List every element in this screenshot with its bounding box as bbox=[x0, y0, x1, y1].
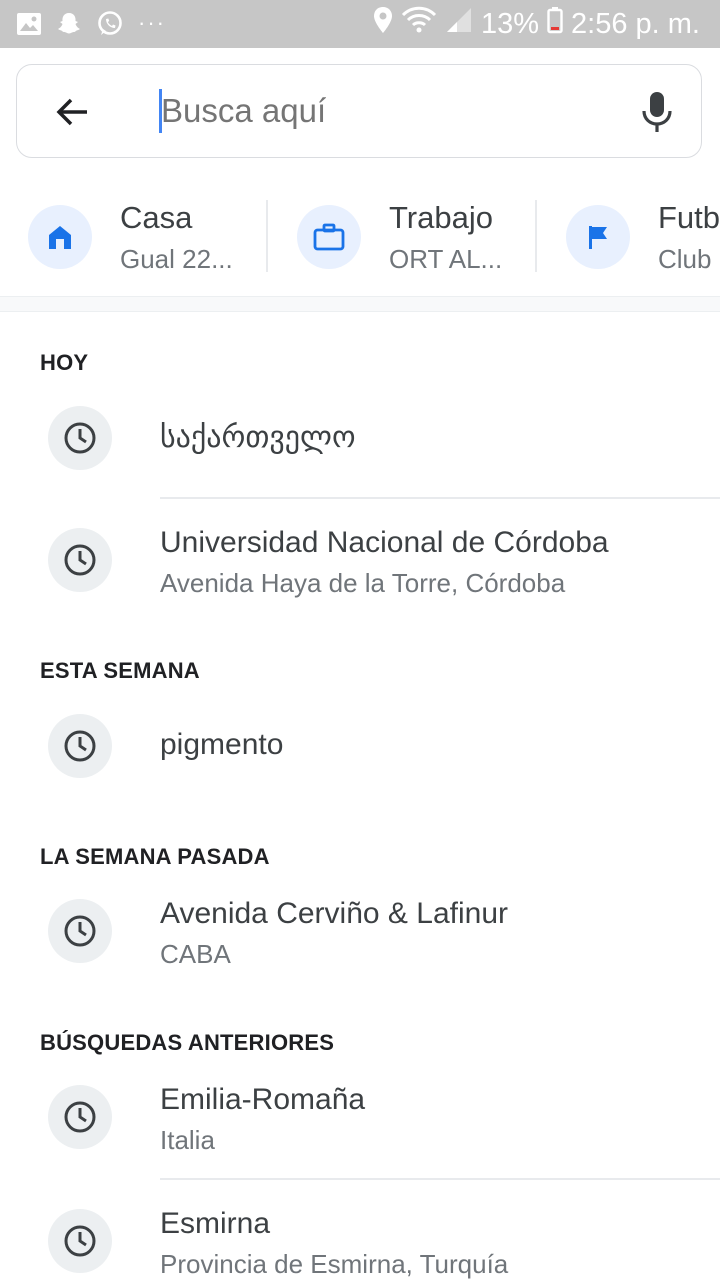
image-icon bbox=[16, 12, 42, 41]
shortcut-work-subtitle: ORT AL... bbox=[389, 244, 503, 274]
section-separator bbox=[0, 296, 720, 312]
status-bar: ··· 13% 2:56 p. m. bbox=[0, 0, 720, 48]
wifi-icon bbox=[401, 6, 437, 42]
history-item[interactable]: pigmento bbox=[0, 712, 720, 792]
shortcut-saved-place[interactable]: Futb Club bbox=[566, 192, 720, 284]
history-item-title: pigmento bbox=[160, 728, 284, 761]
location-icon bbox=[373, 6, 393, 42]
section-header-today: HOY bbox=[40, 350, 89, 375]
history-item-title: Emilia-Romaña bbox=[160, 1083, 366, 1116]
whatsapp-icon bbox=[96, 10, 124, 43]
search-input[interactable] bbox=[159, 87, 601, 135]
clock-icon bbox=[48, 1209, 112, 1273]
history-item-title: Esmirna bbox=[160, 1207, 271, 1240]
clock-time: 2:56 p. m. bbox=[571, 7, 700, 40]
battery-percent: 13% bbox=[480, 7, 540, 40]
shortcut-saved-place-subtitle: Club bbox=[658, 244, 712, 274]
history-item-subtitle: Provincia de Esmirna, Turquía bbox=[160, 1249, 509, 1279]
section-header-last-week: LA SEMANA PASADA bbox=[40, 844, 270, 869]
history-item-title: საქართველო bbox=[160, 421, 356, 454]
history-item[interactable]: Universidad Nacional de Córdoba Avenida … bbox=[0, 526, 720, 626]
shortcut-divider bbox=[266, 200, 268, 272]
search-box bbox=[16, 64, 702, 158]
briefcase-icon bbox=[297, 205, 361, 269]
saved-places-row: Casa Gual 22... Trabajo ORT AL... Futb C… bbox=[0, 192, 720, 284]
shortcut-work[interactable]: Trabajo ORT AL... bbox=[297, 192, 527, 284]
history-item-subtitle: CABA bbox=[160, 939, 231, 969]
section-header-earlier: BÚSQUEDAS ANTERIORES bbox=[40, 1030, 335, 1055]
history-item-subtitle: Avenida Haya de la Torre, Córdoba bbox=[160, 568, 566, 598]
home-icon bbox=[28, 205, 92, 269]
section-header-this-week: ESTA SEMANA bbox=[40, 658, 200, 683]
shortcut-divider bbox=[535, 200, 537, 272]
history-item-subtitle: Italia bbox=[160, 1125, 215, 1155]
snapchat-icon bbox=[56, 11, 82, 42]
history-item-title: Avenida Cerviño & Lafinur bbox=[160, 897, 508, 930]
history-item[interactable]: საქართველო bbox=[0, 404, 720, 498]
battery-icon bbox=[547, 6, 563, 42]
history-item[interactable]: Esmirna Provincia de Esmirna, Turquía bbox=[0, 1207, 720, 1280]
shortcut-home-title: Casa bbox=[120, 200, 193, 235]
history-item[interactable]: Avenida Cerviño & Lafinur CABA bbox=[0, 897, 720, 997]
shortcut-home-subtitle: Gual 22... bbox=[120, 244, 233, 274]
clock-icon bbox=[48, 714, 112, 778]
shortcut-saved-place-title: Futb bbox=[658, 200, 720, 235]
microphone-icon[interactable] bbox=[639, 90, 675, 134]
shortcut-work-title: Trabajo bbox=[389, 200, 493, 235]
shortcut-home[interactable]: Casa Gual 22... bbox=[28, 192, 258, 284]
clock-icon bbox=[48, 406, 112, 470]
flag-icon bbox=[566, 205, 630, 269]
history-item[interactable]: Emilia-Romaña Italia bbox=[0, 1083, 720, 1177]
clock-icon bbox=[48, 1085, 112, 1149]
signal-icon bbox=[445, 6, 473, 42]
clock-icon bbox=[48, 528, 112, 592]
clock-icon bbox=[48, 899, 112, 963]
list-divider bbox=[160, 497, 720, 499]
back-arrow-icon[interactable] bbox=[53, 92, 93, 132]
list-divider bbox=[160, 1178, 720, 1180]
more-notifications-icon: ··· bbox=[138, 9, 166, 35]
history-item-title: Universidad Nacional de Córdoba bbox=[160, 526, 609, 559]
